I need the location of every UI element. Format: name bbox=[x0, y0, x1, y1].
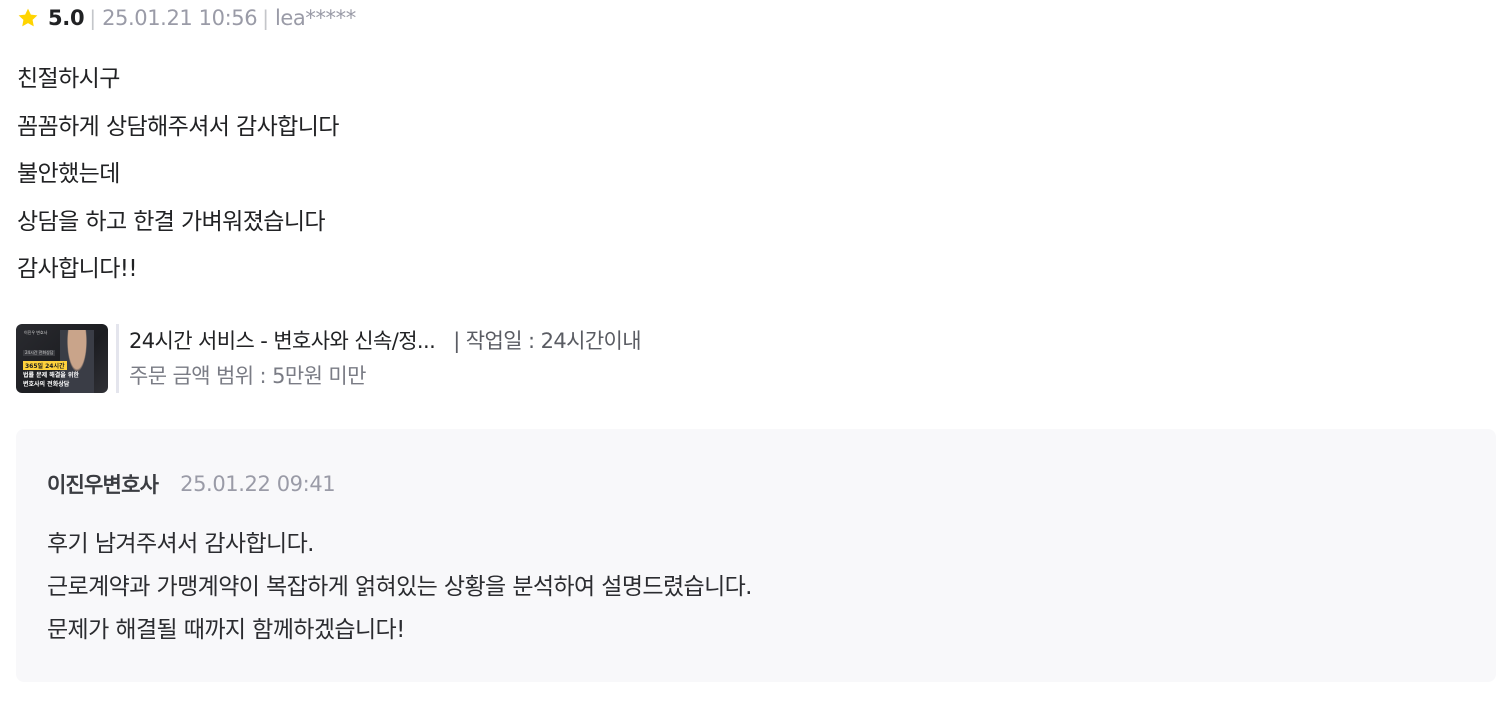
thumbnail-text: 365일 24시간 bbox=[23, 361, 67, 370]
reply-header: 이진우변호사 25.01.22 09:41 bbox=[47, 469, 336, 499]
reply-author: 이진우변호사 bbox=[47, 473, 159, 497]
review-text: 친절하시구 꼼꼼하게 상담해주셔서 감사합니다 불안했는데 상담을 하고 한결 … bbox=[17, 56, 339, 294]
review-date: 25.01.21 10:56 bbox=[102, 6, 258, 30]
review-line: 꼼꼼하게 상담해주셔서 감사합니다 bbox=[17, 113, 339, 140]
reply-line: 후기 남겨주셔서 감사합니다. bbox=[47, 531, 314, 557]
review-line: 친절하시구 bbox=[17, 66, 120, 92]
star-icon bbox=[18, 8, 38, 27]
seller-reply: 이진우변호사 25.01.22 09:41 후기 남겨주셔서 감사합니다. 근로… bbox=[16, 429, 1496, 682]
review-header: 5.0 | 25.01.21 10:56 | lea***** bbox=[17, 4, 356, 32]
reply-text: 후기 남겨주셔서 감사합니다. 근로계약과 가맹계약이 복잡하게 얽혀있는 상황… bbox=[47, 523, 753, 652]
thumbnail-text: 변호사의 전화상담 bbox=[23, 381, 70, 388]
thumbnail-text: 이진우 변호사 bbox=[24, 330, 48, 335]
thumbnail-text: 24시간 전화상담 bbox=[23, 350, 56, 356]
reply-line: 근로계약과 가맹계약이 복잡하게 얽혀있는 상황을 분석하여 설명드렸습니다. bbox=[47, 574, 753, 600]
service-separator: | bbox=[453, 329, 460, 353]
service-title-link[interactable]: 24시간 서비스 - 변호사와 신속/정... bbox=[129, 329, 436, 353]
reply-line: 문제가 해결될 때까지 함께하겠습니다! bbox=[47, 617, 405, 643]
price-range: 주문 금액 범위 : 5만원 미만 bbox=[129, 364, 366, 388]
service-thumbnail[interactable]: 이진우 변호사 24시간 전화상담 365일 24시간 법률 문제 해결을 위한… bbox=[16, 324, 108, 393]
thumbnail-text: 법률 문제 해결을 위한 bbox=[23, 372, 79, 379]
service-card[interactable]: 이진우 변호사 24시간 전화상담 365일 24시간 법률 문제 해결을 위한… bbox=[16, 324, 642, 394]
reply-date: 25.01.22 09:41 bbox=[180, 472, 336, 496]
review-line: 감사합니다!! bbox=[17, 256, 138, 282]
reviewer-name: lea***** bbox=[274, 6, 356, 30]
rating-score: 5.0 bbox=[48, 6, 85, 30]
review-line: 불안했는데 bbox=[17, 161, 120, 187]
header-separator: | bbox=[89, 6, 97, 30]
service-title-row: 24시간 서비스 - 변호사와 신속/정... | 작업일 : 24시간이내 bbox=[129, 324, 642, 358]
review-line: 상담을 하고 한결 가벼워졌습니다 bbox=[17, 208, 326, 235]
work-period: 작업일 : 24시간이내 bbox=[465, 329, 642, 353]
card-divider bbox=[116, 324, 119, 393]
header-separator: | bbox=[262, 6, 269, 30]
service-info: 24시간 서비스 - 변호사와 신속/정... | 작업일 : 24시간이내 주… bbox=[129, 324, 642, 394]
